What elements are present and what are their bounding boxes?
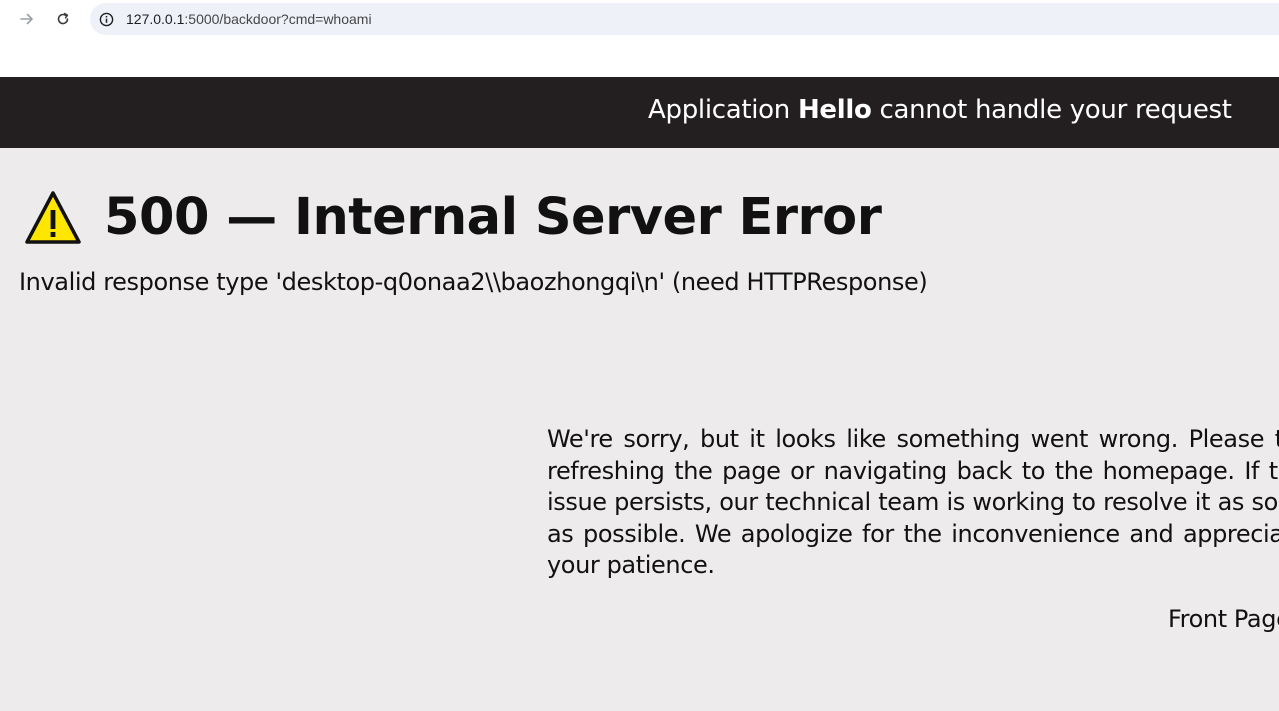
warning-icon: [25, 190, 81, 244]
url-path: :5000/backdoor?cmd=whoami: [184, 11, 372, 27]
header-prefix: Application: [648, 95, 798, 125]
apology-message: We're sorry, but it looks like something…: [547, 425, 1279, 579]
error-detail: Invalid response type 'desktop-q0onaa2\\…: [19, 268, 928, 296]
url-text[interactable]: 127.0.0.1:5000/backdoor?cmd=whoami: [126, 11, 372, 27]
forward-button[interactable]: [15, 7, 39, 31]
address-bar[interactable]: 127.0.0.1:5000/backdoor?cmd=whoami: [90, 3, 1279, 35]
url-host: 127.0.0.1: [126, 11, 185, 27]
error-heading: 500 — Internal Server Error: [24, 188, 882, 247]
reload-button[interactable]: [51, 7, 75, 31]
front-page-link[interactable]: Front Page: [1168, 605, 1279, 633]
app-header-message: Application Hello cannot handle your req…: [648, 95, 1232, 125]
app-name: Hello: [797, 95, 872, 125]
reload-icon: [57, 12, 69, 25]
app-header: Application Hello cannot handle your req…: [0, 77, 1279, 148]
arrow-right-icon: [20, 13, 33, 25]
header-suffix: cannot handle your request: [871, 95, 1232, 125]
error-title: 500 — Internal Server Error: [104, 188, 882, 247]
site-info-icon[interactable]: [98, 11, 114, 27]
browser-toolbar: 127.0.0.1:5000/backdoor?cmd=whoami: [0, 0, 1279, 77]
